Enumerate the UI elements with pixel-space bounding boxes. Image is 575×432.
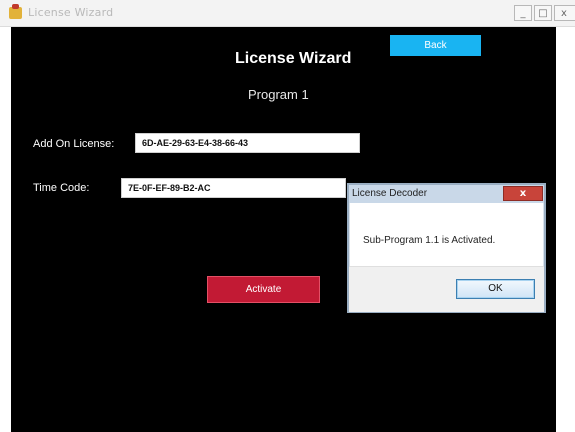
dialog-titlebar[interactable]: License Decoder x [349,185,544,203]
page-title: License Wizard [235,50,352,67]
maximize-button[interactable]: □ [534,5,552,21]
program-subtitle: Program 1 [248,87,309,102]
addon-license-field[interactable]: 6D-AE-29-63-E4-38-66-43 [135,133,360,153]
ok-button[interactable]: OK [456,279,535,299]
dialog-close-button[interactable]: x [503,186,543,201]
window-title: License Wizard [28,6,114,19]
app-icon [9,4,22,19]
dialog-title: License Decoder [352,188,428,199]
addon-license-label: Add On License: [33,138,115,150]
dialog-footer: OK [349,266,544,312]
back-button[interactable]: Back [390,35,481,56]
activate-button[interactable]: Activate [207,276,320,303]
window-titlebar[interactable]: License Wizard _ □ x [0,0,575,27]
close-button[interactable]: x [554,5,575,21]
time-code-field[interactable]: 7E-0F-EF-89-B2-AC [121,178,346,198]
time-code-label: Time Code: [33,182,90,194]
license-wizard-window: License Wizard _ □ x License Wizard Prog… [0,0,575,432]
minimize-button[interactable]: _ [514,5,532,21]
license-decoder-dialog: License Decoder x Sub-Program 1.1 is Act… [347,183,546,313]
dialog-message: Sub-Program 1.1 is Activated. [363,235,496,246]
